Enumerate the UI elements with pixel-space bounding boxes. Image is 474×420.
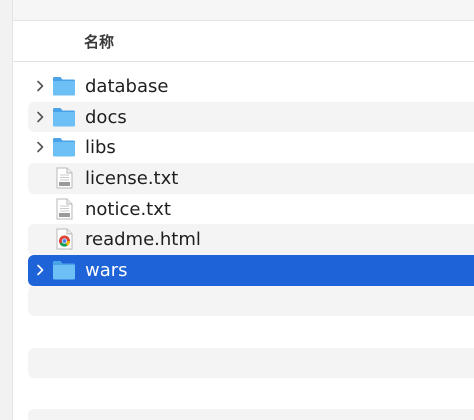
text-file-icon [52,167,76,189]
file-name: readme.html [85,229,201,251]
empty-row [28,348,474,378]
sidebar-edge [0,0,13,420]
folder-icon [52,106,76,128]
file-name: wars [85,260,128,282]
name-column-header[interactable]: 名称 [84,31,114,52]
folder-icon [52,259,76,281]
list-item-readme-html[interactable]: readme.html [28,224,474,256]
file-list: database docs libs license.txt notice.tx… [28,71,474,286]
finder-window: 名称 database docs libs license.txt notice… [0,0,474,420]
empty-row [28,409,474,420]
disclosure-chevron-icon[interactable] [34,141,46,153]
list-item-notice-txt[interactable]: notice.txt [28,194,474,225]
list-item-wars[interactable]: wars [28,255,474,286]
file-name: docs [85,106,127,128]
file-name: notice.txt [85,198,171,220]
toolbar-strip [13,0,474,21]
file-name: libs [85,137,116,159]
chrome-html-icon [52,228,76,250]
file-name: license.txt [85,168,179,190]
list-item-docs[interactable]: docs [28,101,474,133]
file-name: database [85,76,169,97]
text-file-icon [52,198,76,220]
disclosure-chevron-icon[interactable] [34,80,46,92]
folder-icon [52,75,76,97]
empty-row [28,286,474,316]
column-header-bar: 名称 [13,21,474,62]
list-item-license-txt[interactable]: license.txt [28,163,474,194]
list-item-libs[interactable]: libs [28,132,474,163]
disclosure-chevron-icon[interactable] [34,111,46,123]
disclosure-chevron-icon[interactable] [34,264,46,276]
folder-icon [52,136,76,158]
list-item-database[interactable]: database [28,71,474,102]
